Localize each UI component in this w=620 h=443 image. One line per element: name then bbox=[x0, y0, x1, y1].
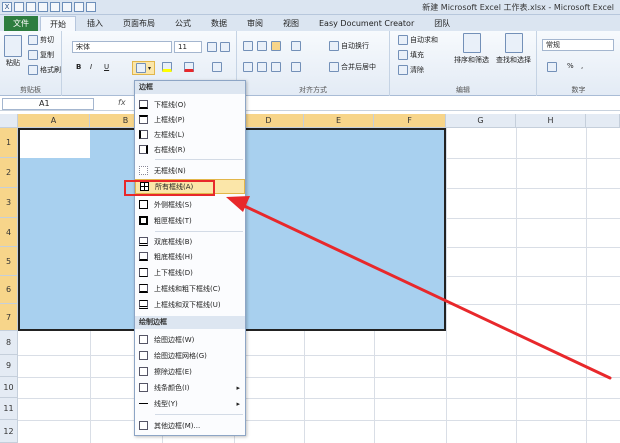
arrow-head bbox=[226, 196, 250, 212]
arrow-shaft bbox=[236, 201, 612, 380]
annotation-arrow bbox=[226, 196, 612, 380]
